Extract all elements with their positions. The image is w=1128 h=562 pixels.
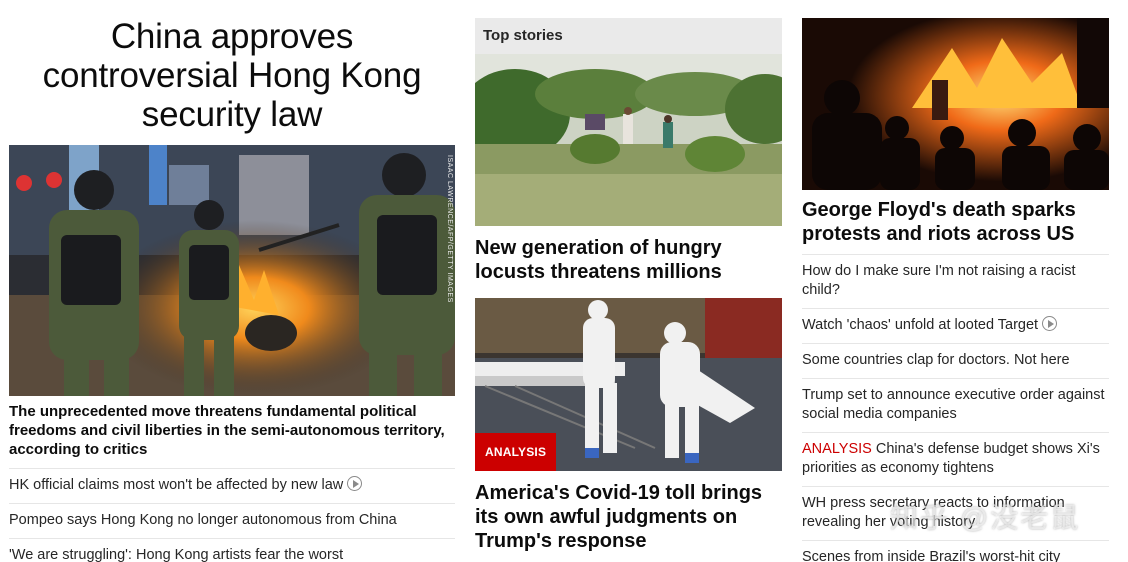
lead-related-links: HK official claims most won't be affecte… [9,469,455,562]
play-video-icon [347,476,363,491]
protest-fire-photo[interactable] [802,18,1109,190]
link-brazil-city[interactable]: Scenes from inside Brazil's worst-hit ci… [802,541,1109,562]
photo-credit: ISAAC LAWRENCE/AFP/GETTY IMAGES [446,155,453,303]
floyd-headline[interactable]: George Floyd's death sparks protests and… [802,190,1109,246]
play-video-icon [1042,316,1058,331]
link-looted-target[interactable]: Watch 'chaos' unfold at looted Target [802,309,1109,344]
link-china-defense-budget[interactable]: ANALYSIS China's defense budget shows Xi… [802,433,1109,487]
lead-link-hk-artists[interactable]: 'We are struggling': Hong Kong artists f… [9,539,455,562]
covid-headline[interactable]: America's Covid-19 toll brings its own a… [475,471,782,553]
link-text[interactable]: How do I make sure I'm not raising a rac… [802,263,1076,298]
lead-story-column: China approves controversial Hong Kong s… [9,0,455,562]
analysis-label: ANALYSIS [802,441,872,457]
link-text[interactable]: WH press secretary reacts to information… [802,495,1065,530]
lead-link-hk-official[interactable]: HK official claims most won't be affecte… [9,469,455,504]
link-text[interactable]: Watch 'chaos' unfold at looted Target [802,317,1038,333]
lead-headline[interactable]: China approves controversial Hong Kong s… [9,17,455,137]
locusts-photo[interactable] [475,54,782,226]
link-text[interactable]: Some countries clap for doctors. Not her… [802,352,1070,368]
lead-summary[interactable]: The unprecedented move threatens fundame… [9,396,455,469]
floyd-story-column: George Floyd's death sparks protests and… [802,0,1109,562]
link-executive-order[interactable]: Trump set to announce executive order ag… [802,379,1109,433]
top-stories-column: Top stories New generation of hungry loc… [475,0,782,553]
analysis-badge: ANALYSIS [475,433,557,471]
lead-link-pompeo[interactable]: Pompeo says Hong Kong no longer autonomo… [9,504,455,539]
lead-photo[interactable]: ISAAC LAWRENCE/AFP/GETTY IMAGES [9,145,455,396]
link-text[interactable]: HK official claims most won't be affecte… [9,477,343,493]
floyd-related-links: How do I make sure I'm not raising a rac… [802,254,1109,562]
link-racist-child[interactable]: How do I make sure I'm not raising a rac… [802,254,1109,309]
link-text[interactable]: Pompeo says Hong Kong no longer autonomo… [9,512,397,528]
locusts-headline[interactable]: New generation of hungry locusts threate… [475,226,782,284]
covid-photo[interactable]: ANALYSIS [475,298,782,471]
link-text[interactable]: 'We are struggling': Hong Kong artists f… [9,547,343,562]
link-clap-doctors[interactable]: Some countries clap for doctors. Not her… [802,344,1109,379]
link-text[interactable]: Scenes from inside Brazil's worst-hit ci… [802,549,1060,562]
section-heading-top-stories: Top stories [475,18,782,54]
link-wh-press-secretary[interactable]: WH press secretary reacts to information… [802,487,1109,541]
link-text[interactable]: Trump set to announce executive order ag… [802,387,1105,422]
